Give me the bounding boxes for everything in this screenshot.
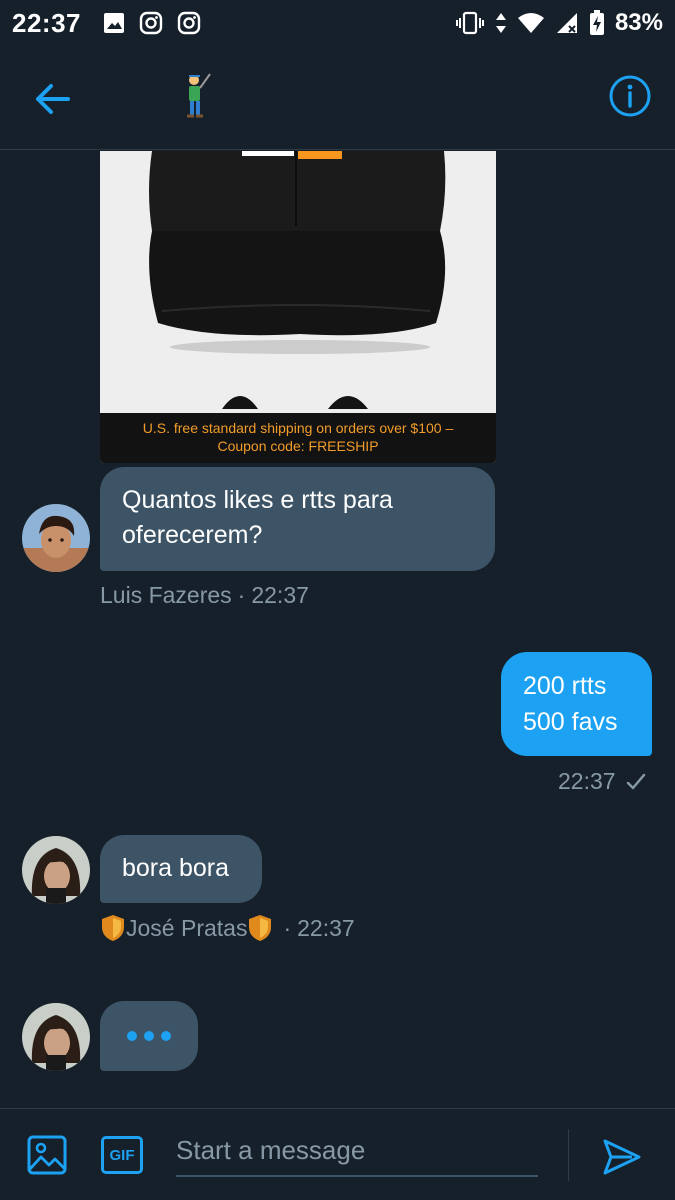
meta-separator: · — [283, 914, 292, 941]
gif-button[interactable]: GIF — [101, 1136, 143, 1174]
typing-dot — [161, 1031, 171, 1041]
message-time: 22:37 — [558, 768, 616, 794]
message-text-line-2: 500 favs — [523, 708, 618, 736]
banner-line-1: U.S. free standard shipping on orders ov… — [142, 420, 454, 436]
message-meta: Luis Fazeres · 22:37 — [100, 582, 309, 609]
image-icon[interactable] — [27, 1135, 67, 1175]
avatar-jose-pratas-typing[interactable] — [22, 1003, 90, 1071]
message-meta-outgoing: 22:37 — [558, 768, 646, 795]
sender-name: Luis Fazeres — [100, 582, 232, 608]
avatar-photo — [22, 836, 90, 904]
status-time: 22:37 — [12, 7, 81, 38]
send-icon[interactable] — [602, 1137, 642, 1177]
arrow-left-icon[interactable] — [30, 76, 76, 122]
message-text-line-1: 200 rtts — [523, 672, 607, 700]
message-composer: GIF — [0, 1108, 675, 1200]
message-bubble-outgoing[interactable]: 200 rtts 500 favs — [501, 652, 652, 756]
vibrate-icon — [455, 11, 484, 35]
conversation-header — [0, 46, 675, 150]
instagram-notification-icon — [139, 11, 163, 35]
info-icon[interactable] — [608, 74, 652, 118]
banner-line-2: Coupon code: FREESHIP — [217, 438, 379, 454]
message-text-line-2: oferecerem? — [122, 521, 263, 549]
golfer-emoji-icon[interactable] — [176, 72, 212, 120]
sender-name: José Pratas — [126, 914, 248, 941]
baseball-cap-picture — [100, 151, 496, 413]
typing-indicator — [100, 1001, 198, 1071]
shield-emoji-icon — [102, 915, 124, 941]
data-transfer-icon — [495, 13, 506, 33]
composer-divider — [568, 1129, 569, 1181]
typing-dot — [127, 1031, 137, 1041]
product-shipping-banner: U.S. free standard shipping on orders ov… — [100, 413, 496, 463]
shield-emoji-icon — [249, 915, 272, 941]
avatar-jose-pratas[interactable] — [22, 836, 90, 904]
message-bubble-incoming[interactable]: bora bora — [100, 835, 262, 903]
typing-dot — [144, 1031, 154, 1041]
cell-signal-icon — [556, 13, 577, 33]
avatar-photo — [22, 504, 90, 572]
message-bubble-incoming[interactable]: Quantos likes e rtts para oferecerem? — [100, 467, 495, 571]
meta-separator: · — [237, 582, 246, 608]
gallery-notification-icon — [104, 13, 124, 33]
dm-conversation-screen: 22:37 83% U.S. free standard shipping on… — [0, 0, 675, 1200]
battery-charging-icon — [589, 10, 604, 35]
avatar-photo — [22, 1003, 90, 1071]
message-list[interactable]: U.S. free standard shipping on orders ov… — [0, 151, 675, 1108]
wifi-icon — [517, 13, 544, 33]
message-meta: José Pratas · 22:37 — [100, 914, 355, 942]
shared-product-image[interactable]: U.S. free standard shipping on orders ov… — [100, 151, 496, 463]
instagram-notification-icon-2 — [177, 11, 201, 35]
sent-check-icon — [626, 773, 645, 789]
status-bar: 22:37 83% — [0, 0, 675, 46]
avatar-luis-fazeres[interactable] — [22, 504, 90, 572]
message-text: bora bora — [122, 854, 230, 882]
message-time: 22:37 — [297, 914, 355, 941]
battery-percent: 83% — [614, 9, 663, 36]
message-time: 22:37 — [251, 582, 309, 608]
message-text-line-1: Quantos likes e rtts para — [122, 486, 393, 514]
gif-label: GIF — [109, 1146, 135, 1164]
message-input[interactable] — [176, 1125, 538, 1177]
